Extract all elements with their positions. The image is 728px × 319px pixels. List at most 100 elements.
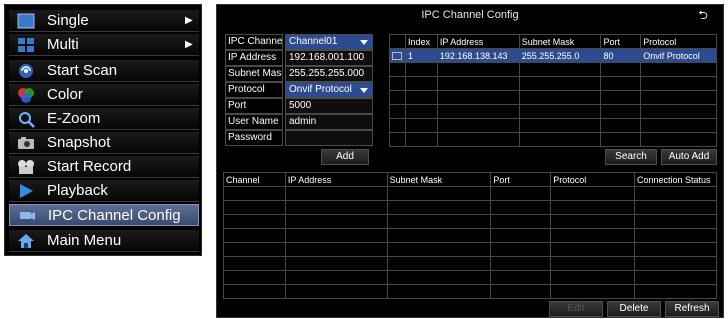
menu-item-color[interactable]: Color xyxy=(9,84,199,106)
table-row xyxy=(223,270,718,285)
table-row xyxy=(223,242,718,257)
password-row: Password xyxy=(225,130,373,146)
chevron-down-icon xyxy=(360,40,368,45)
ip-address-column-header: IP Address xyxy=(436,34,520,49)
port-label: Port xyxy=(225,98,283,114)
menu-item-label: IPC Channel Config xyxy=(48,206,181,224)
ipc-channel-select[interactable]: Channel01 xyxy=(285,34,373,50)
table-row xyxy=(223,256,718,271)
color-icon xyxy=(15,86,37,104)
chevron-down-icon xyxy=(360,88,368,93)
table-row[interactable]: 1 192.168.138.143 255.255.255.0 80 Onvif… xyxy=(389,48,717,63)
port-field[interactable]: 5000 xyxy=(285,98,373,114)
menu-item-label: Playback xyxy=(47,182,108,199)
protocol-row: Protocol Onvif Protocol xyxy=(225,82,373,98)
ip-address-row: IP Address 192.168.001.100 xyxy=(225,50,373,66)
search-button[interactable]: Search xyxy=(605,149,657,165)
subnet-mask-column-header: Subnet Mask xyxy=(386,172,492,187)
edit-button[interactable]: Edit xyxy=(549,301,603,317)
ipc-channel-row: IPC Channel Channel01 xyxy=(225,34,373,50)
dialog-title: IPC Channel Config xyxy=(421,9,519,21)
protocol-column-header: Protocol xyxy=(550,172,635,187)
submenu-arrow-icon: ▶ xyxy=(185,39,193,50)
subnet-mask-row: Subnet Mask 255.255.255.000 xyxy=(225,66,373,82)
refresh-button[interactable]: Refresh xyxy=(665,301,719,317)
menu-item-start-scan[interactable]: Start Scan xyxy=(9,60,199,82)
menu-item-label: Multi xyxy=(47,36,79,53)
channel-table: Channel IP Address Subnet Mask Port Prot… xyxy=(223,172,718,299)
menu-item-playback[interactable]: Playback xyxy=(9,180,199,202)
table-row xyxy=(389,104,717,119)
menu-item-multi[interactable]: Multi ▶ xyxy=(9,34,199,56)
table-row xyxy=(223,186,718,201)
password-field[interactable] xyxy=(285,130,373,146)
table-cell: 80 xyxy=(600,48,642,63)
user-name-row: User Name admin xyxy=(225,114,373,130)
subnet-mask-column-header: Subnet Mask xyxy=(518,34,602,49)
table-cell: Onvif Protocol xyxy=(640,48,717,63)
user-name-field[interactable]: admin xyxy=(285,114,373,130)
ipc-channel-label: IPC Channel xyxy=(225,34,283,50)
table-row xyxy=(223,214,718,229)
row-checkbox[interactable] xyxy=(389,48,406,63)
single-view-icon xyxy=(15,12,37,30)
menu-item-label: Start Scan xyxy=(47,62,118,79)
menu-item-start-record[interactable]: Start Record xyxy=(9,156,199,178)
protocol-select[interactable]: Onvif Protocol xyxy=(285,82,373,98)
ip-address-column-header: IP Address xyxy=(284,172,388,187)
password-label: Password xyxy=(225,130,283,146)
zoom-icon xyxy=(15,110,37,128)
table-cell: 255.255.255.0 xyxy=(518,48,602,63)
record-icon xyxy=(15,158,37,176)
ipc-channel-value: Channel01 xyxy=(289,36,338,47)
menu-item-snapshot[interactable]: Snapshot xyxy=(9,132,199,154)
user-name-label: User Name xyxy=(225,114,283,130)
protocol-column-header: Protocol xyxy=(640,34,717,49)
scan-icon xyxy=(15,62,37,80)
connection-status-column-header: Connection Status xyxy=(633,172,718,187)
auto-add-button[interactable]: Auto Add xyxy=(661,149,717,165)
menu-item-e-zoom[interactable]: E-Zoom xyxy=(9,108,199,130)
search-results-table: Index IP Address Subnet Mask Port Protoc… xyxy=(389,34,717,147)
channel-table-header: Channel IP Address Subnet Mask Port Prot… xyxy=(223,172,718,187)
ip-address-field[interactable]: 192.168.001.100 xyxy=(285,50,373,66)
subnet-mask-field[interactable]: 255.255.255.000 xyxy=(285,66,373,82)
table-row xyxy=(223,200,718,215)
add-button[interactable]: Add xyxy=(321,149,369,165)
protocol-label: Protocol xyxy=(225,82,283,98)
context-menu: Single ▶ Multi ▶ Start Scan Color E-Zoom… xyxy=(4,4,202,256)
ipc-channel-config-dialog: IPC Channel Config ⮌ IPC Channel Channel… xyxy=(216,4,724,318)
menu-item-ipc-channel-config[interactable]: IPC Channel Config xyxy=(9,204,199,226)
menu-item-label: E-Zoom xyxy=(47,110,101,127)
search-table-header: Index IP Address Subnet Mask Port Protoc… xyxy=(389,34,717,49)
menu-item-label: Main Menu xyxy=(47,232,122,249)
table-row xyxy=(223,228,718,243)
submenu-arrow-icon: ▶ xyxy=(185,15,193,26)
index-column-header: Index xyxy=(404,34,438,49)
table-row xyxy=(389,118,717,133)
multi-view-icon xyxy=(15,36,37,54)
play-icon xyxy=(15,182,37,200)
menu-item-label: Snapshot xyxy=(47,134,111,151)
port-column-header: Port xyxy=(490,172,552,187)
table-row xyxy=(389,76,717,91)
table-row xyxy=(389,62,717,77)
protocol-value: Onvif Protocol xyxy=(289,84,352,95)
table-cell: 192.168.138.143 xyxy=(436,48,520,63)
menu-item-main-menu[interactable]: Main Menu xyxy=(9,230,199,252)
channel-column-header: Channel xyxy=(223,172,286,187)
checkbox[interactable] xyxy=(392,52,402,61)
menu-item-single[interactable]: Single ▶ xyxy=(9,10,199,32)
ip-address-label: IP Address xyxy=(225,50,283,66)
port-column-header: Port xyxy=(600,34,642,49)
return-icon[interactable]: ⮌ xyxy=(695,8,711,22)
menu-item-label: Start Record xyxy=(47,158,132,175)
port-row: Port 5000 xyxy=(225,98,373,114)
select-column-header xyxy=(389,34,406,49)
subnet-mask-label: Subnet Mask xyxy=(225,66,283,82)
menu-item-label: Color xyxy=(47,86,83,103)
delete-button[interactable]: Delete xyxy=(607,301,661,317)
ipc-camera-icon xyxy=(16,206,38,224)
table-cell: 1 xyxy=(404,48,438,63)
table-row xyxy=(389,132,717,147)
